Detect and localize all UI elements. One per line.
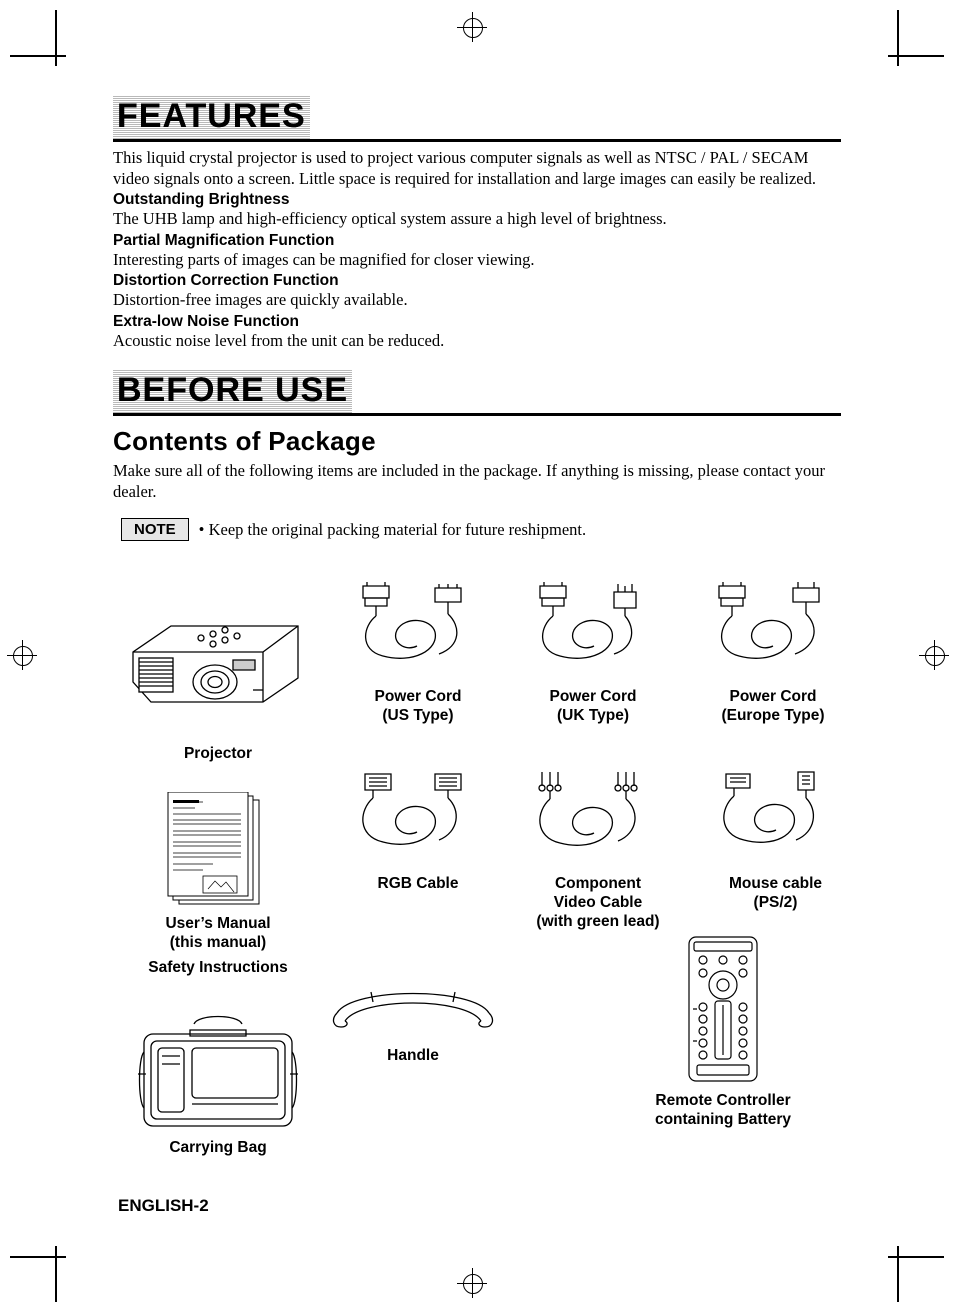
feature-body-1: Interesting parts of images can be magni… (113, 249, 535, 269)
before-use-title: BEFORE USE (113, 369, 353, 413)
note-text: • Keep the original packing material for… (198, 519, 587, 539)
caption-power-cord-uk: Power Cord (UK Type) (549, 688, 637, 724)
crop-mark-top-left-h (10, 55, 66, 57)
caption-rgb-cable: RGB Cable (377, 875, 459, 892)
feature-head-0: Outstanding Brightness (113, 191, 290, 208)
handle-icon (332, 991, 494, 1028)
crop-mark-bottom-right-v (897, 1246, 899, 1302)
feature-body-0: The UHB lamp and high-efficiency optical… (113, 209, 667, 228)
note-label: NOTE (121, 518, 189, 541)
users-manual-icon (167, 792, 260, 905)
caption-handle: Handle (387, 1047, 439, 1064)
component-video-cable-icon (538, 772, 638, 846)
registration-circle-bottom (463, 1274, 483, 1294)
package-item-handle: Handle (318, 985, 508, 1065)
package-item-rgb-cable: RGB Cable (343, 770, 493, 893)
caption-mouse-cable: Mouse cable (PS/2) (728, 875, 823, 911)
package-item-component-video-cable: Component Video Cable (with green lead) (518, 770, 678, 931)
crop-mark-top-right-v (897, 10, 899, 66)
features-banner: FEATURES (113, 95, 841, 142)
page-content: FEATURES This liquid crystal projector i… (113, 95, 841, 541)
package-item-users-manual: User’s Manual (this manual) Safety Instr… (123, 792, 313, 977)
package-contents-grid: Projector Power Cord (US Type) Power Cor… (113, 580, 853, 1180)
caption-projector: Projector (183, 745, 253, 762)
crop-mark-bottom-left-v (55, 1246, 57, 1302)
registration-circle-top (463, 18, 483, 38)
document-page: FEATURES This liquid crystal projector i… (0, 0, 954, 1312)
before-use-banner: BEFORE USE (113, 369, 841, 416)
package-item-mouse-cable: Mouse cable (PS/2) (698, 770, 853, 912)
package-item-power-cord-europe: Power Cord (Europe Type) (693, 580, 853, 725)
mouse-cable-icon (723, 771, 815, 843)
package-item-carrying-bag: Carrying Bag (123, 1012, 313, 1157)
crop-mark-top-right-h (888, 55, 944, 57)
projector-icon (132, 625, 299, 703)
caption-safety-instructions: Safety Instructions (148, 959, 288, 976)
package-item-power-cord-uk: Power Cord (UK Type) (518, 580, 668, 725)
note-row: NOTE • Keep the original packing materia… (113, 518, 841, 541)
remote-controller-icon (688, 936, 758, 1082)
caption-power-cord-europe: Power Cord (Europe Type) (721, 688, 825, 724)
package-item-power-cord-us: Power Cord (US Type) (343, 580, 493, 725)
caption-power-cord-us: Power Cord (US Type) (374, 688, 462, 724)
power-cord-us-icon (362, 582, 462, 659)
page-footer: ENGLISH-2 (118, 1196, 209, 1215)
power-cord-uk-icon (539, 582, 637, 659)
registration-circle-right (925, 646, 945, 666)
features-intro: This liquid crystal projector is used to… (113, 148, 816, 188)
rgb-cable-icon (362, 773, 462, 845)
feature-head-3: Extra-low Noise Function (113, 312, 300, 330)
registration-circle-left (13, 646, 33, 666)
feature-head-2: Distortion Correction Function (113, 272, 339, 289)
caption-component-video-cable: Component Video Cable (with green lead) (536, 875, 660, 930)
crop-mark-bottom-right-h (888, 1256, 944, 1258)
caption-carrying-bag: Carrying Bag (169, 1139, 267, 1156)
feature-body-2: Distortion-free images are quickly avail… (113, 290, 408, 309)
crop-mark-top-left-v (55, 10, 57, 66)
caption-remote-controller: Remote Controller containing Battery (654, 1092, 792, 1128)
features-title: FEATURES (113, 95, 310, 139)
feature-head-1: Partial Magnification Function (113, 231, 335, 249)
contents-of-package-heading: Contents of Package (113, 426, 376, 456)
power-cord-europe-icon (718, 582, 820, 659)
package-item-projector: Projector (113, 590, 323, 763)
caption-users-manual: User’s Manual (this manual) (165, 915, 271, 951)
crop-mark-bottom-left-h (10, 1256, 66, 1258)
carrying-bag-icon (138, 1015, 298, 1127)
package-item-remote-controller: Remote Controller containing Battery (593, 935, 853, 1129)
feature-body-3: Acoustic noise level from the unit can b… (113, 330, 445, 350)
contents-of-package-body: Make sure all of the following items are… (113, 461, 826, 501)
